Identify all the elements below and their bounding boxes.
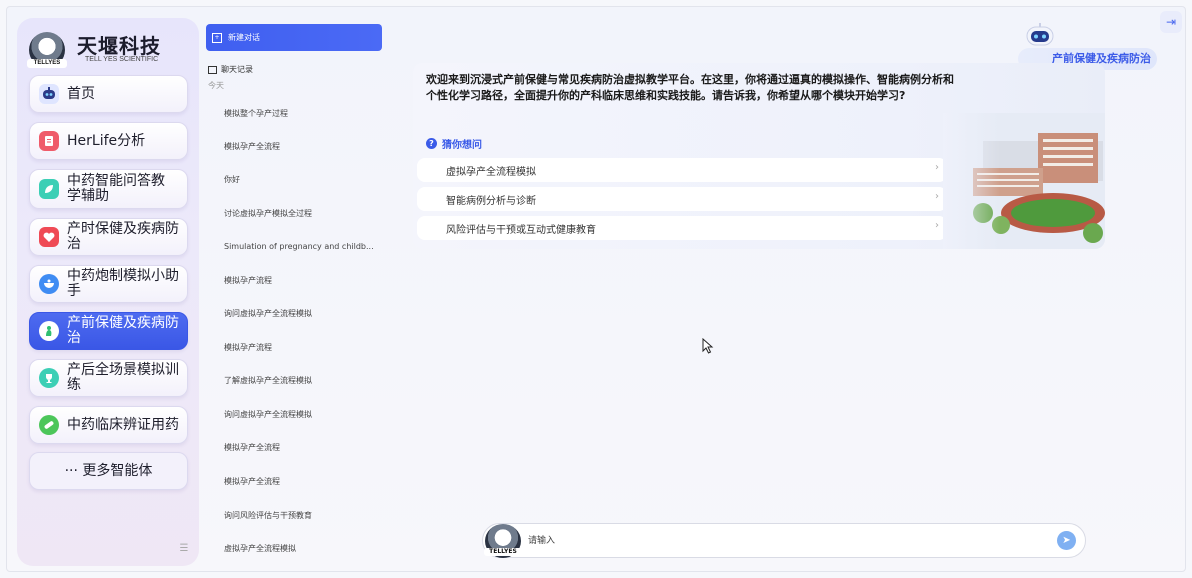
mother-icon (39, 321, 59, 341)
brand: TELLYES 天堰科技 TELL YES SCIENTIFIC (27, 28, 192, 76)
history-group-today: 今天 (208, 81, 224, 90)
welcome-card: 欢迎来到沉浸式产前保健与常见疾病防治虚拟教学平台。在这里，你将通过逼真的模拟操作… (413, 63, 1105, 249)
sidebar-item-postpartum[interactable]: 产后全场景模拟训练 (29, 359, 188, 397)
chat-history-panel: + 新建对话 聊天记录 今天 模拟整个孕产过程 模拟孕产全流程 你好 讨论虚拟孕… (206, 24, 386, 568)
suggestion-item[interactable]: 智能病例分析与诊断 › (417, 187, 947, 211)
guess-heading: ? 猜你想问 (426, 136, 482, 151)
suggestion-label: 风险评估与干预或互动式健康教育 (446, 224, 596, 236)
history-item[interactable]: 模拟孕产全流程 (224, 476, 384, 487)
history-item[interactable]: 模拟孕产全流程 (224, 442, 384, 453)
chevron-right-icon: › (935, 191, 939, 202)
brand-logo: TELLYES (27, 32, 67, 68)
history-item[interactable]: 虚拟孕产全流程模拟 (224, 543, 384, 554)
sidebar-item-label: 产后全场景模拟训练 (67, 362, 179, 393)
sidebar-item-home[interactable]: 首页 (29, 75, 188, 113)
sidebar-item-label: 中药炮制模拟小助手 (67, 268, 179, 299)
suggestion-label: 虚拟孕产全流程模拟 (446, 166, 536, 178)
history-item[interactable]: 询问虚拟孕产全流程模拟 (224, 308, 384, 319)
sidebar-item-label: 中药智能问答教学辅助 (67, 173, 165, 204)
logout-icon: ⇥ (1165, 15, 1177, 29)
sidebar-item-herlife[interactable]: HerLife分析 (29, 122, 188, 160)
history-item[interactable]: 模拟孕产全流程 (224, 141, 384, 152)
history-item[interactable]: 了解虚拟孕产全流程模拟 (224, 375, 384, 386)
sidebar-item-label: 中药临床辨证用药 (67, 416, 179, 433)
sidebar-item-label: 产时保健及疾病防治 (67, 221, 179, 252)
chat-history-title-text: 聊天记录 (221, 65, 253, 74)
chevron-right-icon: › (935, 220, 939, 231)
trophy-icon (39, 368, 59, 388)
chat-input-bar: TELLYES ➤ (482, 523, 1086, 558)
send-icon: ➤ (1062, 535, 1071, 546)
sidebar-item-tcm-qa[interactable]: 中药智能问答教学辅助 (29, 169, 188, 209)
sidebar-item-label: 产前保健及疾病防治 (67, 315, 179, 346)
pill-icon (39, 415, 59, 435)
sidebar-item-label: HerLife分析 (67, 132, 146, 149)
sidebar-item-label: 首页 (67, 85, 95, 102)
welcome-message: 欢迎来到沉浸式产前保健与常见疾病防治虚拟教学平台。在这里，你将通过逼真的模拟操作… (426, 73, 954, 102)
chat-history-icon (208, 65, 217, 74)
new-chat-icon: + (212, 32, 222, 43)
logout-button[interactable]: ⇥ (1160, 11, 1182, 33)
guess-label: 猜你想问 (442, 140, 482, 151)
herb-bowl-icon (39, 274, 59, 294)
sidebar-item-prenatal[interactable]: 产前保健及疾病防治 (29, 312, 188, 350)
new-chat-button[interactable]: + 新建对话 (206, 24, 382, 51)
history-item[interactable]: 询问虚拟孕产全流程模拟 (224, 409, 384, 420)
sidebar: TELLYES 天堰科技 TELL YES SCIENTIFIC 首页 HerL… (17, 18, 199, 566)
brand-subtitle: TELL YES SCIENTIFIC (85, 56, 159, 63)
history-item[interactable]: 讨论虚拟孕产模拟全过程 (224, 208, 384, 219)
history-item[interactable]: Simulation of pregnancy and childb... (224, 242, 384, 251)
suggestion-item[interactable]: 虚拟孕产全流程模拟 › (417, 158, 947, 182)
more-agents-button[interactable]: ··· 更多智能体 (29, 452, 188, 490)
history-item[interactable]: 模拟整个孕产过程 (224, 108, 384, 119)
send-button[interactable]: ➤ (1057, 531, 1076, 550)
mouse-cursor-icon (702, 338, 714, 354)
logo-tag: TELLYES (484, 548, 522, 556)
more-agents-label: ··· 更多智能体 (64, 462, 153, 479)
suggestion-label: 智能病例分析与诊断 (446, 195, 536, 207)
brand-logo: TELLYES (484, 524, 522, 558)
suggestion-item[interactable]: 风险评估与干预或互动式健康教育 › (417, 216, 947, 240)
heart-icon (39, 227, 59, 247)
robot-mascot-icon (1026, 23, 1054, 46)
campus-illustration (943, 113, 1105, 249)
collapse-sidebar-icon[interactable]: ☰ (177, 542, 191, 556)
document-icon (39, 131, 59, 151)
chat-history-title: 聊天记录 (208, 64, 253, 75)
history-item[interactable]: 模拟孕产流程 (224, 342, 384, 353)
question-icon: ? (426, 138, 437, 149)
sidebar-item-intrapartum[interactable]: 产时保健及疾病防治 (29, 218, 188, 256)
sidebar-item-tcm-processing[interactable]: 中药炮制模拟小助手 (29, 265, 188, 303)
sidebar-item-tcm-clinical[interactable]: 中药临床辨证用药 (29, 406, 188, 444)
brand-name: 天堰科技 (77, 34, 161, 58)
chat-input[interactable] (528, 533, 1028, 549)
logo-tag: TELLYES (27, 59, 67, 68)
history-item[interactable]: 模拟孕产流程 (224, 275, 384, 286)
history-item[interactable]: 询问风险评估与干预教育 (224, 510, 384, 521)
chevron-right-icon: › (935, 162, 939, 173)
leaf-chat-icon (39, 179, 59, 199)
history-item[interactable]: 你好 (224, 174, 384, 185)
new-chat-label: 新建对话 (228, 33, 260, 42)
robot-icon (39, 84, 59, 104)
